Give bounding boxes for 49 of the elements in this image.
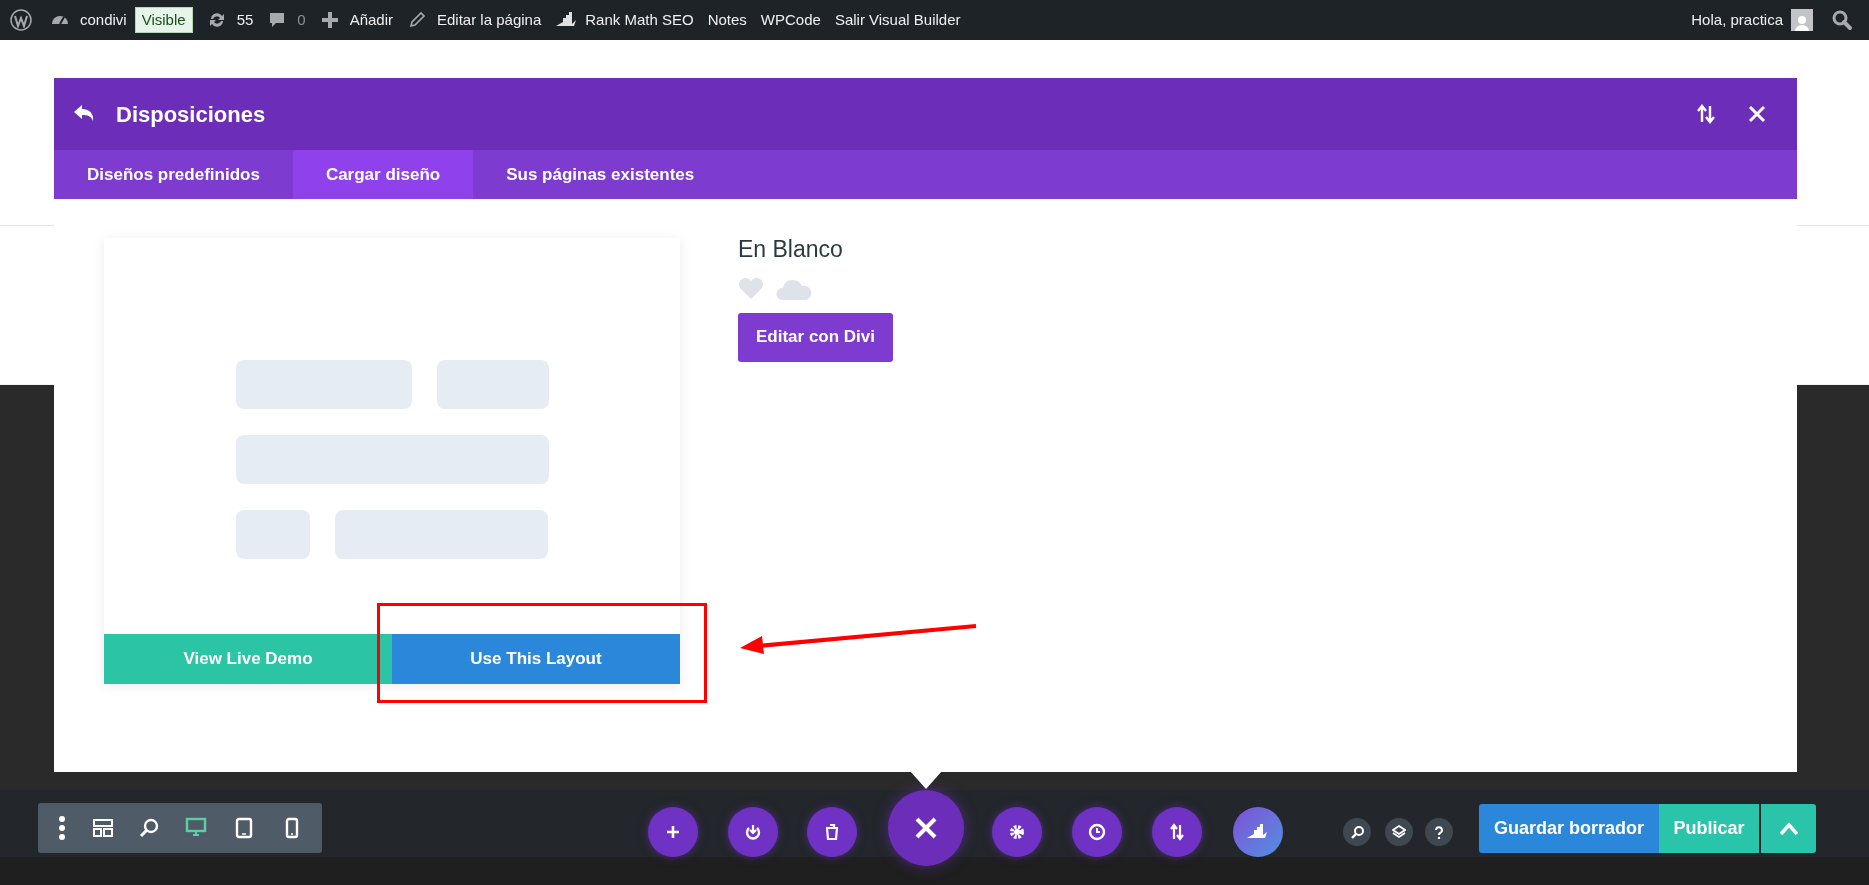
help-button[interactable] (1425, 818, 1453, 846)
power-icon[interactable] (744, 823, 762, 841)
zoom-icon[interactable] (139, 818, 159, 838)
settings-button[interactable] (992, 807, 1042, 857)
question-mark-icon[interactable] (1432, 825, 1446, 839)
trash-button[interactable] (807, 807, 857, 857)
layers-icon[interactable] (1392, 825, 1406, 839)
search-button[interactable] (1343, 818, 1371, 846)
add-icon[interactable] (664, 823, 682, 841)
add-button[interactable] (648, 807, 698, 857)
clock-icon[interactable] (1088, 823, 1106, 841)
sort-arrows-button[interactable] (1152, 807, 1202, 857)
clock-button[interactable] (1072, 807, 1122, 857)
power-button[interactable] (728, 807, 778, 857)
close-icon[interactable] (914, 816, 938, 840)
search-icon[interactable] (1350, 825, 1364, 839)
admin-bar-link[interactable]: condivi (80, 8, 127, 32)
tab[interactable]: Diseños predefinidos (54, 150, 293, 199)
layout-name: En Blanco (738, 235, 843, 264)
trash-icon[interactable] (823, 823, 841, 841)
save-draft-button[interactable]: Guardar borrador (1479, 804, 1659, 853)
modal-title: Disposiciones (116, 100, 266, 129)
wordpress-logo-icon[interactable] (10, 9, 32, 31)
tab[interactable]: Sus páginas existentes (473, 150, 728, 199)
admin-bar-link[interactable]: Añadir (349, 8, 393, 32)
admin-bar-link[interactable]: 0 (297, 8, 306, 32)
admin-bar-link[interactable]: 55 (236, 8, 254, 32)
close-button[interactable] (888, 790, 964, 866)
visibility-badge[interactable]: Visible (134, 6, 193, 34)
admin-bar-link[interactable]: WPCode (760, 8, 821, 32)
admin-bar-link[interactable]: Notes (707, 8, 747, 32)
greeting-link[interactable]: Hola, practica (1691, 8, 1783, 32)
tablet-view-icon[interactable] (233, 817, 255, 839)
layers-button[interactable] (1385, 818, 1413, 846)
edit-with-divi-button[interactable]: Editar con Divi (738, 312, 894, 362)
close-icon[interactable] (1747, 104, 1767, 124)
admin-bar-link[interactable]: Salir Visual Builder (834, 8, 961, 32)
sort-arrows-icon[interactable] (1695, 103, 1717, 125)
more-options-icon[interactable] (57, 815, 67, 841)
tab[interactable]: Cargar diseño (292, 150, 474, 199)
admin-bar-link[interactable]: Editar la página (437, 8, 542, 32)
admin-bar-link[interactable]: Rank Math SEO (585, 8, 694, 32)
layout-grid-icon[interactable] (93, 819, 113, 837)
search-icon[interactable] (1831, 9, 1853, 31)
desktop-view-icon[interactable] (185, 817, 207, 839)
performance-button[interactable] (1233, 807, 1283, 857)
sort-arrows-icon[interactable] (1168, 823, 1186, 841)
use-layout-button[interactable]: Use This Layout (392, 634, 680, 684)
settings-icon[interactable] (1008, 823, 1026, 841)
